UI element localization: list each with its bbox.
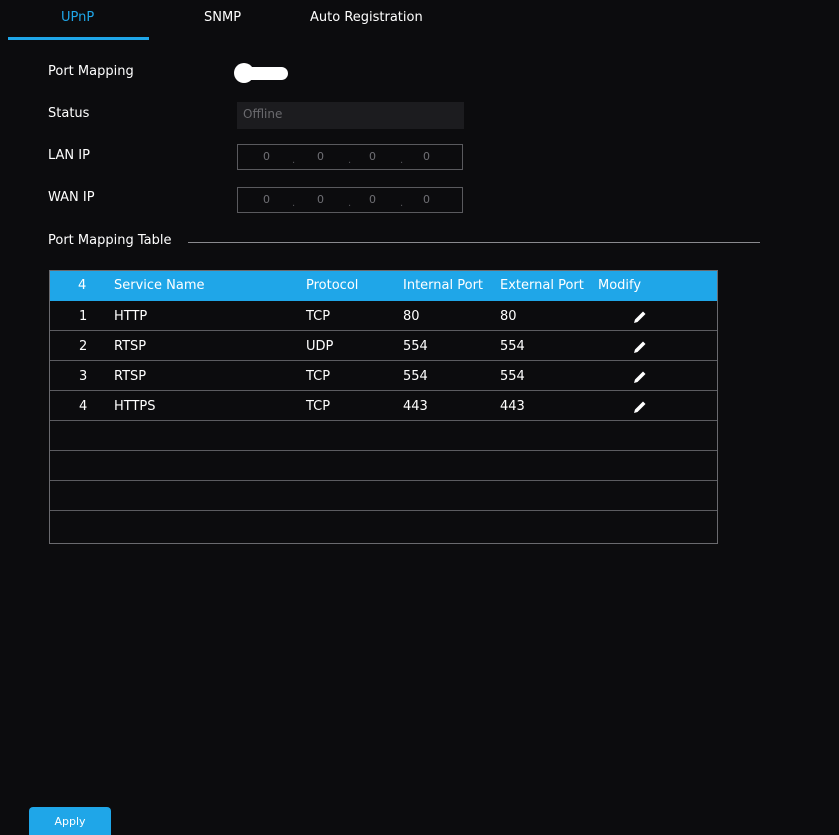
wan-ip-octet-3[interactable]: 0 — [369, 193, 376, 206]
wan-ip-label: WAN IP — [48, 190, 95, 205]
row-protocol: TCP — [306, 309, 331, 324]
pencil-icon[interactable] — [632, 309, 648, 325]
row-internal-port: 80 — [403, 309, 420, 324]
table-row-empty — [50, 481, 717, 511]
ip-dot: . — [348, 198, 352, 209]
port-mapping-table: 4 Service Name Protocol Internal Port Ex… — [49, 270, 718, 544]
table-row: 4 HTTPS TCP 443 443 — [50, 391, 717, 421]
section-divider — [188, 242, 760, 243]
wan-ip-octet-4[interactable]: 0 — [423, 193, 430, 206]
apply-button[interactable]: Apply — [29, 807, 111, 835]
table-row-empty — [50, 451, 717, 481]
row-index: 3 — [79, 369, 88, 384]
row-protocol: TCP — [306, 369, 331, 384]
table-row: 2 RTSP UDP 554 554 — [50, 331, 717, 361]
table-row-empty — [50, 421, 717, 451]
lan-ip-octet-1[interactable]: 0 — [263, 150, 270, 163]
row-internal-port: 554 — [403, 369, 428, 384]
row-service: HTTPS — [114, 399, 156, 414]
ip-dot: . — [292, 198, 296, 209]
ip-dot: . — [400, 198, 404, 209]
lan-ip-field[interactable]: 0 . 0 . 0 . 0 — [237, 144, 463, 170]
tab-bar: UPnP SNMP Auto Registration — [0, 0, 839, 40]
status-label: Status — [48, 106, 90, 121]
port-mapping-toggle[interactable] — [234, 63, 290, 83]
lan-ip-octet-3[interactable]: 0 — [369, 150, 376, 163]
lan-ip-octet-4[interactable]: 0 — [423, 150, 430, 163]
pencil-icon[interactable] — [632, 399, 648, 415]
lan-ip-label: LAN IP — [48, 148, 90, 163]
wan-ip-octet-2[interactable]: 0 — [317, 193, 324, 206]
upnp-settings-page: UPnP SNMP Auto Registration Port Mapping… — [0, 0, 839, 835]
row-service: RTSP — [114, 339, 147, 354]
toggle-knob — [234, 63, 254, 83]
row-protocol: TCP — [306, 399, 331, 414]
ip-dot: . — [400, 155, 404, 166]
header-modify: Modify — [598, 278, 642, 293]
wan-ip-octet-1[interactable]: 0 — [263, 193, 270, 206]
row-service: HTTP — [114, 309, 148, 324]
table-row-empty — [50, 511, 717, 541]
row-external-port: 554 — [500, 339, 525, 354]
ip-dot: . — [292, 155, 296, 166]
port-mapping-label: Port Mapping — [48, 64, 134, 79]
table-row: 3 RTSP TCP 554 554 — [50, 361, 717, 391]
header-protocol: Protocol — [306, 278, 359, 293]
tab-snmp[interactable]: SNMP — [204, 10, 241, 25]
row-external-port: 554 — [500, 369, 525, 384]
tab-auto-registration[interactable]: Auto Registration — [310, 10, 423, 25]
table-row: 1 HTTP TCP 80 80 — [50, 301, 717, 331]
row-index: 4 — [79, 399, 88, 414]
row-index: 1 — [79, 309, 88, 324]
header-internal-port: Internal Port — [403, 278, 484, 293]
pencil-icon[interactable] — [632, 369, 648, 385]
port-mapping-table-title: Port Mapping Table — [48, 233, 172, 248]
row-protocol: UDP — [306, 339, 334, 354]
lan-ip-octet-2[interactable]: 0 — [317, 150, 324, 163]
table-header: 4 Service Name Protocol Internal Port Ex… — [50, 271, 717, 301]
row-internal-port: 443 — [403, 399, 428, 414]
active-tab-indicator — [8, 37, 149, 40]
header-count: 4 — [78, 278, 87, 293]
row-index: 2 — [79, 339, 88, 354]
wan-ip-field[interactable]: 0 . 0 . 0 . 0 — [237, 187, 463, 213]
pencil-icon[interactable] — [632, 339, 648, 355]
ip-dot: . — [348, 155, 352, 166]
row-service: RTSP — [114, 369, 147, 384]
row-internal-port: 554 — [403, 339, 428, 354]
header-service-name: Service Name — [114, 278, 205, 293]
row-external-port: 80 — [500, 309, 517, 324]
tab-upnp[interactable]: UPnP — [61, 10, 94, 25]
header-external-port: External Port — [500, 278, 584, 293]
status-field: Offline — [237, 102, 464, 129]
row-external-port: 443 — [500, 399, 525, 414]
